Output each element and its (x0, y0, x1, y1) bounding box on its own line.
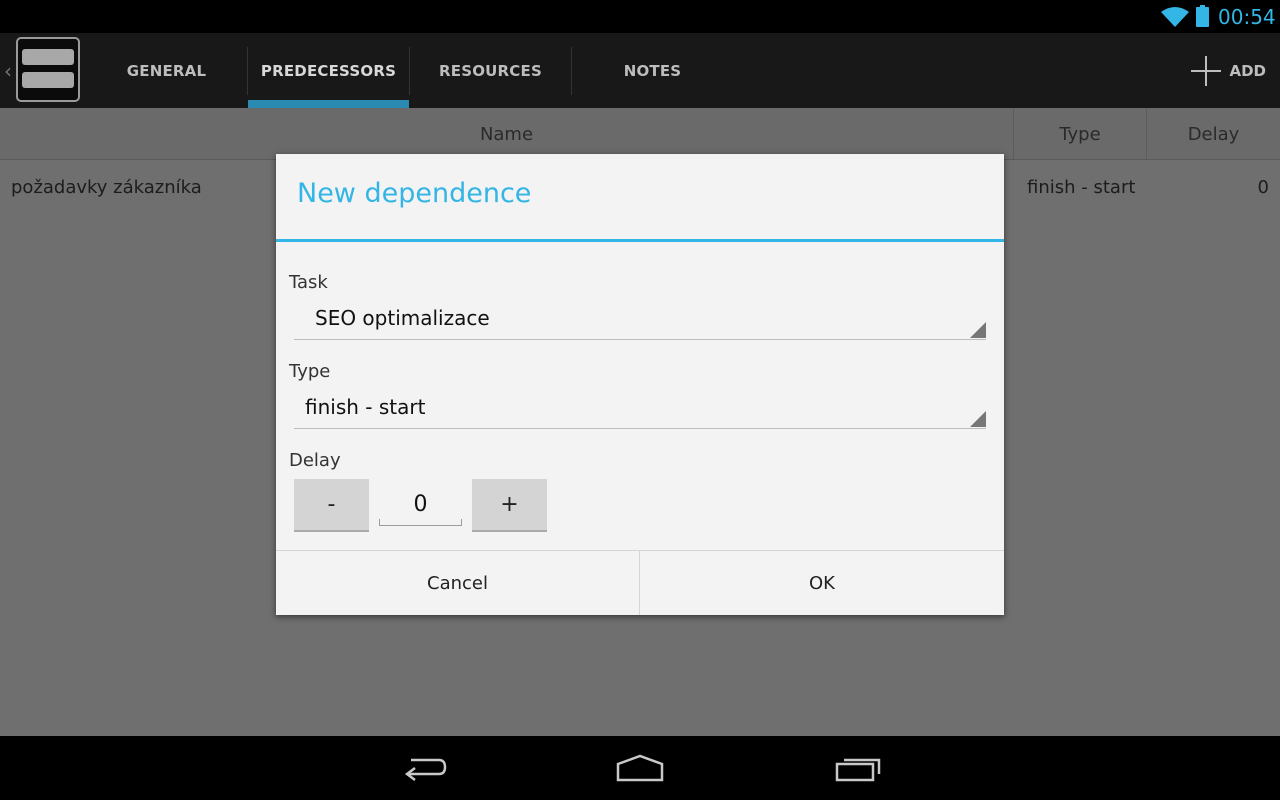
task-spinner-value: SEO optimalizace (315, 306, 490, 330)
decrement-button[interactable]: - (294, 479, 369, 532)
tab-notes-label: NOTES (623, 61, 682, 80)
dialog-title: New dependence (297, 178, 532, 209)
tab-general-label: GENERAL (126, 61, 207, 80)
status-time: 00:54 (1218, 5, 1276, 29)
ok-label: OK (809, 572, 835, 594)
column-header-label: Type (1059, 123, 1101, 145)
task-spinner[interactable]: SEO optimalizace (294, 300, 986, 340)
home-icon[interactable] (600, 748, 680, 788)
tab-predecessors-label: PREDECESSORS (260, 61, 397, 80)
column-header-label: Name (479, 123, 534, 145)
table-header: Name Type Delay (0, 108, 1280, 160)
action-bar: ‹ GENERAL PREDECESSORS RESOURCES NOTES A… (0, 33, 1280, 108)
tab-selected-indicator (248, 100, 409, 108)
increment-button[interactable]: + (472, 479, 547, 532)
add-button[interactable]: ADD (1189, 53, 1266, 89)
task-label: Task (289, 272, 328, 293)
column-header-label: Delay (1187, 123, 1240, 145)
dropdown-arrow-icon (970, 411, 986, 427)
navigation-bar (0, 736, 1280, 800)
cancel-button[interactable]: Cancel (276, 551, 639, 615)
increment-label: + (500, 492, 519, 517)
delay-input[interactable]: 0 (379, 484, 462, 526)
app-icon[interactable] (16, 37, 80, 102)
plus-icon (1189, 54, 1223, 88)
type-spinner-value: finish - start (305, 395, 426, 419)
cell-delay: 0 (1257, 176, 1269, 198)
type-spinner[interactable]: finish - start (294, 389, 986, 429)
delay-label: Delay (289, 450, 341, 471)
up-caret-icon[interactable]: ‹ (4, 59, 12, 83)
tab-general[interactable]: GENERAL (86, 33, 247, 108)
wifi-icon (1160, 6, 1190, 32)
ok-button[interactable]: OK (640, 551, 1004, 615)
delay-value: 0 (413, 492, 428, 517)
type-label: Type (289, 361, 331, 382)
tab-predecessors[interactable]: PREDECESSORS (248, 33, 409, 108)
tab-notes[interactable]: NOTES (572, 33, 733, 108)
dialog-title-divider (276, 239, 1004, 242)
add-label: ADD (1229, 62, 1266, 80)
status-bar: 00:54 (0, 0, 1280, 33)
tab-resources[interactable]: RESOURCES (410, 33, 571, 108)
tab-resources-label: RESOURCES (439, 61, 542, 80)
app-icon-bar-top (22, 49, 74, 65)
dialog-button-bar: Cancel OK (276, 550, 1004, 615)
decrement-label: - (327, 492, 336, 517)
column-header-type[interactable]: Type (1014, 108, 1147, 160)
battery-icon (1196, 5, 1209, 27)
new-dependence-dialog: New dependence Task SEO optimalizace Typ… (276, 154, 1004, 615)
recents-icon[interactable] (818, 748, 898, 788)
app-icon-bar-bottom (22, 72, 74, 88)
dropdown-arrow-icon (970, 322, 986, 338)
cell-type: finish - start (1027, 176, 1136, 198)
back-icon[interactable] (384, 748, 464, 788)
cell-name: požadavky zákazníka (11, 176, 202, 198)
cancel-label: Cancel (427, 572, 488, 594)
column-header-delay[interactable]: Delay (1147, 108, 1280, 160)
column-header-name[interactable]: Name (0, 108, 1014, 160)
